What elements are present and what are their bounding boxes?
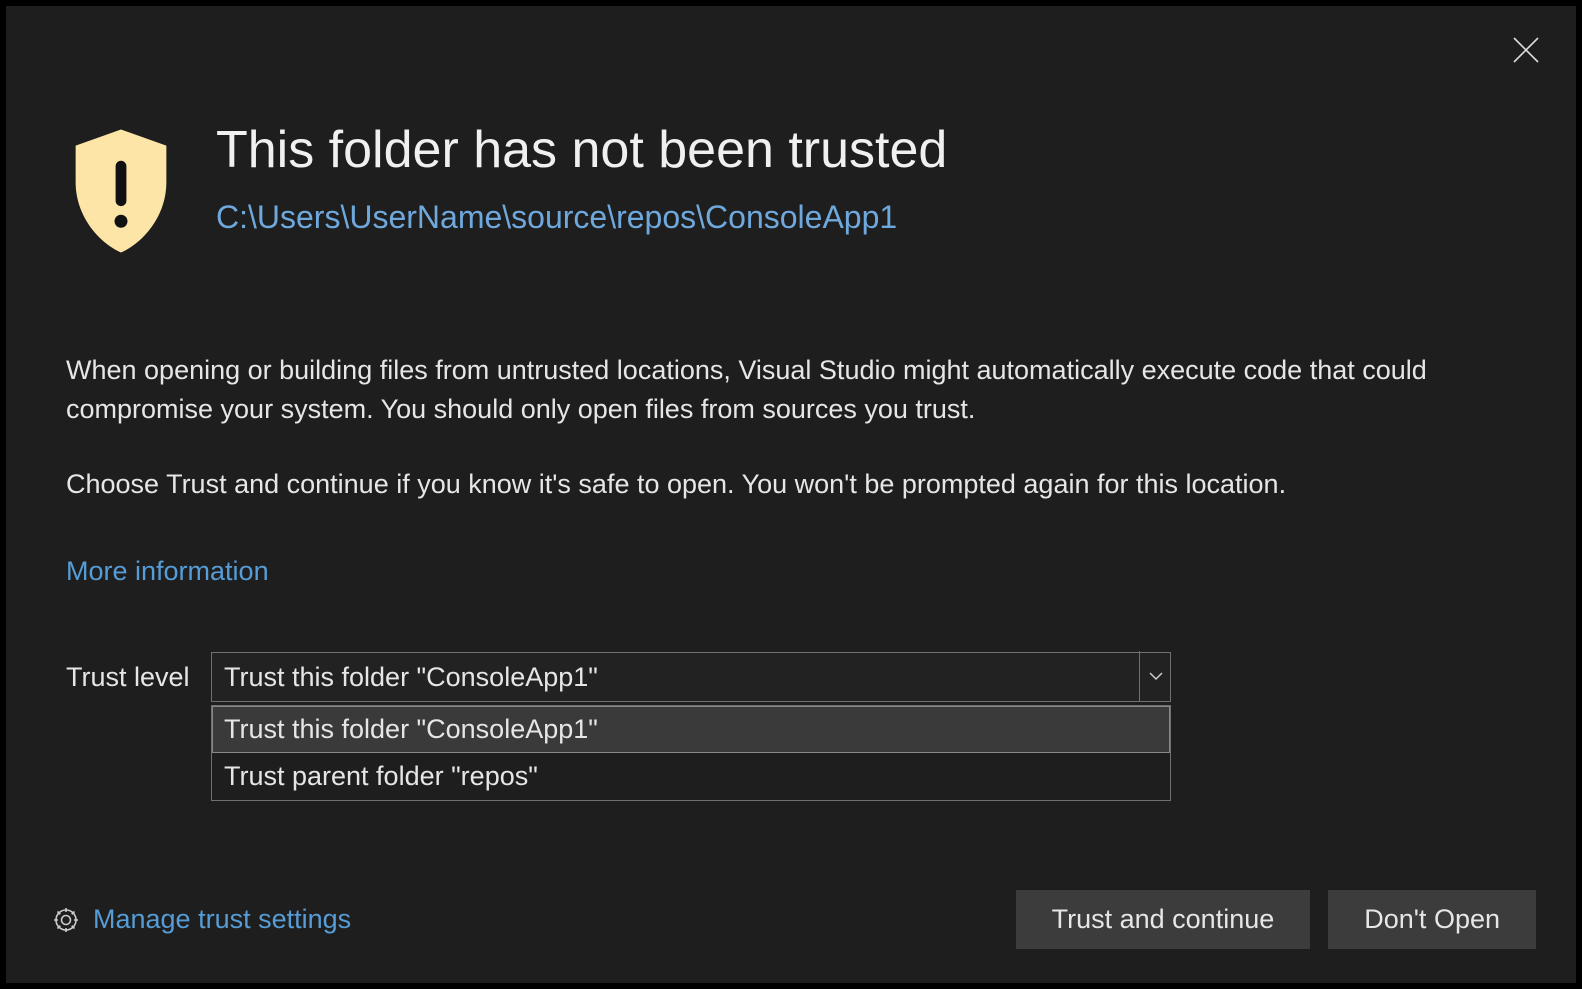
description-paragraph-2: Choose Trust and continue if you know it… <box>66 465 1526 504</box>
dialog-body: When opening or building files from untr… <box>66 351 1526 587</box>
trust-level-selected-text: Trust this folder "ConsoleApp1" <box>212 662 1138 693</box>
dialog-footer: Manage trust settings Trust and continue… <box>6 890 1576 949</box>
trust-dialog: This folder has not been trusted C:\User… <box>5 5 1577 984</box>
chevron-down-icon <box>1149 671 1163 681</box>
more-information-link[interactable]: More information <box>66 556 269 587</box>
header-titles: This folder has not been trusted C:\User… <box>186 121 947 257</box>
trust-level-combobox[interactable]: Trust this folder "ConsoleApp1" <box>211 652 1171 702</box>
dont-open-button[interactable]: Don't Open <box>1328 890 1536 949</box>
gear-icon <box>51 905 81 935</box>
trust-level-row: Trust level Trust this folder "ConsoleAp… <box>66 652 1171 702</box>
trust-and-continue-button[interactable]: Trust and continue <box>1016 890 1311 949</box>
manage-trust-settings-link[interactable]: Manage trust settings <box>51 904 351 935</box>
trust-level-dropdown: Trust this folder "ConsoleApp1" Trust pa… <box>211 705 1171 801</box>
trust-option-this-folder[interactable]: Trust this folder "ConsoleApp1" <box>212 706 1170 753</box>
dropdown-arrow-button[interactable] <box>1139 651 1171 701</box>
close-button[interactable] <box>1506 30 1546 70</box>
folder-path: C:\Users\UserName\source\repos\ConsoleAp… <box>216 199 947 236</box>
trust-option-parent-folder[interactable]: Trust parent folder "repos" <box>212 753 1170 800</box>
manage-trust-settings-label: Manage trust settings <box>93 904 351 935</box>
shield-warning-icon <box>56 121 186 257</box>
trust-level-label: Trust level <box>66 662 211 693</box>
dialog-header: This folder has not been trusted C:\User… <box>56 121 947 257</box>
description-paragraph-1: When opening or building files from untr… <box>66 351 1526 429</box>
close-icon <box>1512 36 1540 64</box>
trust-level-select[interactable]: Trust this folder "ConsoleApp1" Trust th… <box>211 652 1171 702</box>
dialog-title: This folder has not been trusted <box>216 121 947 181</box>
